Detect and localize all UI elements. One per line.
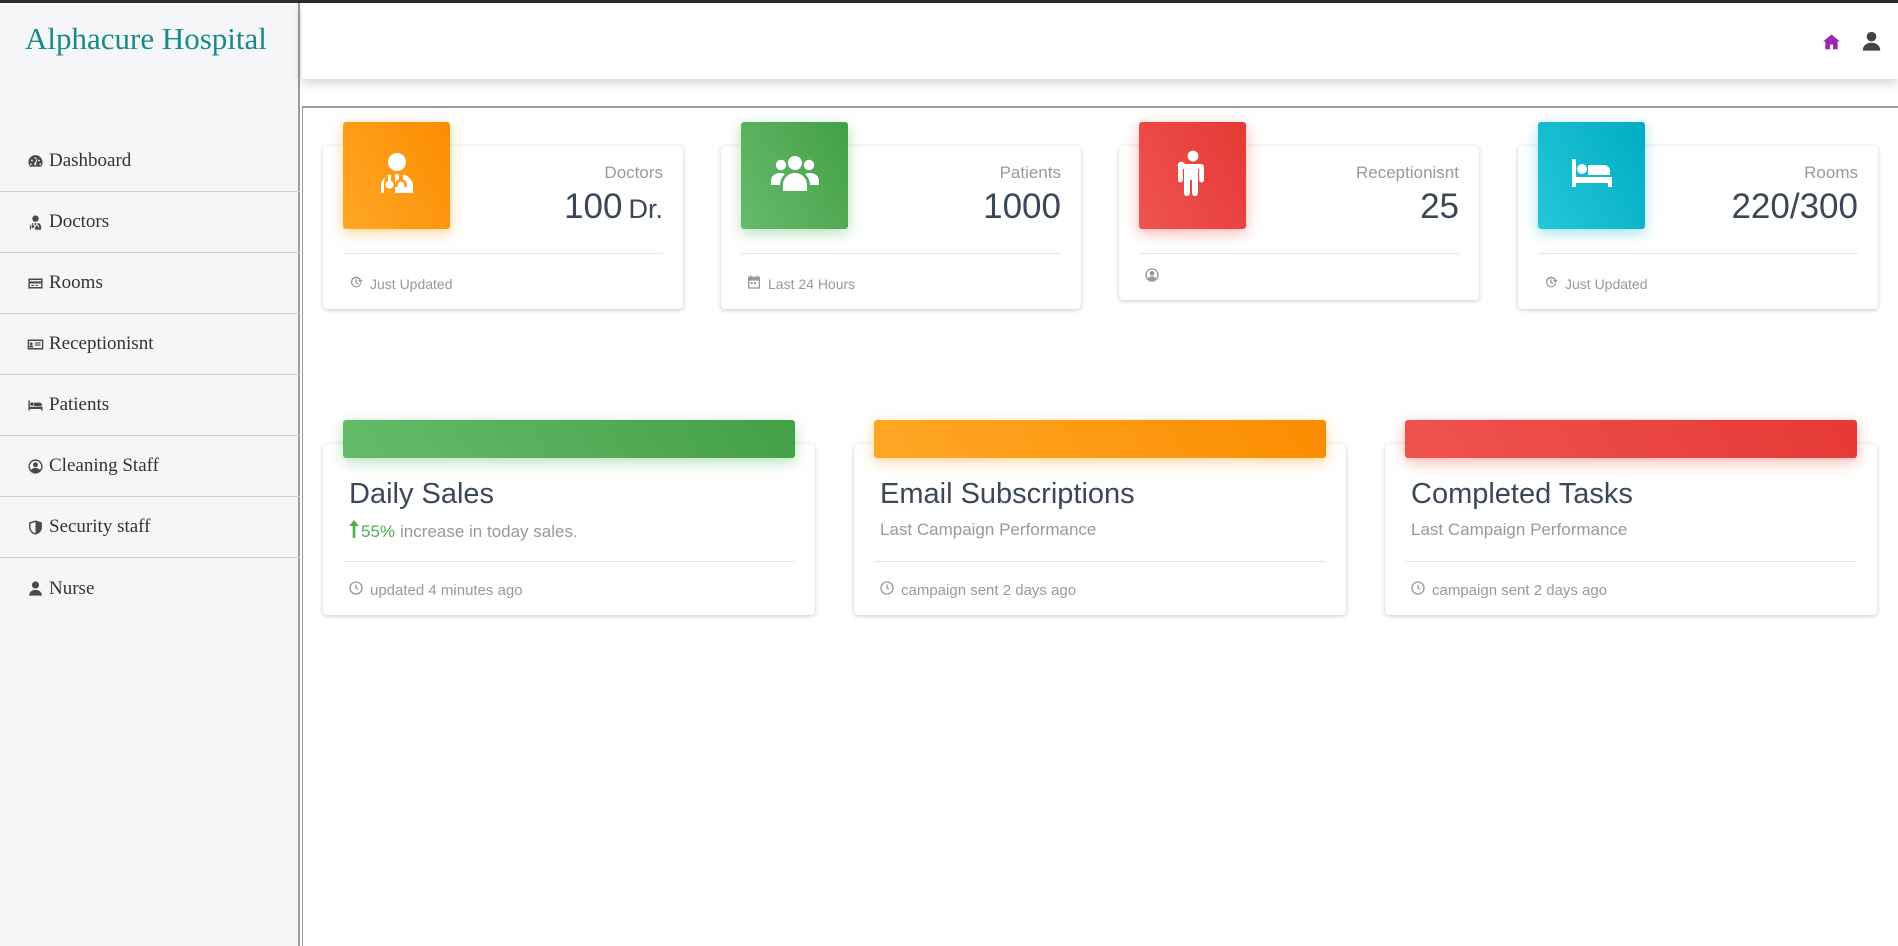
stat-icon-box xyxy=(343,122,450,229)
sidebar-item-label: Patients xyxy=(49,394,110,415)
chart-title: Email Subscriptions xyxy=(880,478,1135,510)
sidebar-item-nurse[interactable]: Nurse xyxy=(0,558,300,619)
stat-card-doctors[interactable]: Doctors 100 Dr. Just Updated xyxy=(323,122,683,309)
divider xyxy=(1538,253,1858,254)
stat-footer: Last 24 Hours xyxy=(746,274,855,293)
percent-increase: 55% xyxy=(349,520,395,543)
sidebar-item-cleaning-staff[interactable]: Cleaning Staff xyxy=(0,436,300,497)
refresh-icon xyxy=(1543,274,1559,293)
bed-icon xyxy=(1568,149,1616,202)
sidebar-item-patients[interactable]: Patients xyxy=(0,375,300,436)
sidebar-item-doctors[interactable]: Doctors xyxy=(0,192,300,253)
stat-footer xyxy=(1144,267,1166,286)
chart-card-daily-sales[interactable]: Daily Sales 55% increase in today sales.… xyxy=(323,420,815,615)
sidebar-item-label: Dashboard xyxy=(49,150,132,171)
user-icon xyxy=(25,579,45,599)
divider xyxy=(343,561,795,562)
sidebar-item-label: Nurse xyxy=(49,577,95,599)
stat-title: Rooms xyxy=(1804,163,1858,182)
clock-icon xyxy=(879,580,895,600)
divider xyxy=(343,253,663,254)
top-navbar xyxy=(302,3,1898,79)
user-circle-icon xyxy=(1144,267,1160,286)
stat-footer: Just Updated xyxy=(1543,274,1648,293)
sidebar-item-label: Doctors xyxy=(49,211,110,232)
stat-footer: Just Updated xyxy=(348,274,453,293)
sidebar-nav: Dashboard Doctors Rooms Receptionisnt Pa… xyxy=(0,131,300,619)
user-circle-icon xyxy=(25,456,45,476)
credit-card-icon xyxy=(25,273,45,293)
chart-subtitle: 55% increase in today sales. xyxy=(349,520,578,543)
stat-icon-box xyxy=(1139,122,1246,229)
sidebar-item-rooms[interactable]: Rooms xyxy=(0,253,300,314)
chart-card-email-subscriptions[interactable]: Email Subscriptions Last Campaign Perfor… xyxy=(854,420,1346,615)
sidebar-item-receptionisnt[interactable]: Receptionisnt xyxy=(0,314,300,375)
chart-footer: campaign sent 2 days ago xyxy=(1410,580,1607,600)
divider xyxy=(874,561,1326,562)
chart-subtitle: Last Campaign Performance xyxy=(1411,520,1628,539)
stat-value: 25 xyxy=(1420,187,1459,226)
male-icon xyxy=(1169,149,1217,202)
divider xyxy=(1405,561,1857,562)
chart-subtitle: Last Campaign Performance xyxy=(880,520,1097,539)
stat-title: Receptionisnt xyxy=(1355,163,1459,182)
users-icon xyxy=(770,149,819,202)
sidebar-item-label: Security staff xyxy=(49,516,151,537)
home-icon[interactable] xyxy=(1822,33,1841,50)
sidebar: Alphacure Hospital Dashboard Doctors Roo… xyxy=(0,3,300,946)
stat-card-rooms[interactable]: Rooms 220/300 Just Updated xyxy=(1518,122,1878,309)
tachometer-icon xyxy=(25,151,45,171)
divider xyxy=(1139,253,1459,254)
bed-icon xyxy=(25,395,45,415)
clock-icon xyxy=(1410,580,1426,600)
chart-footer: campaign sent 2 days ago xyxy=(879,580,1076,600)
stat-value: 100 Dr. xyxy=(564,187,663,226)
sidebar-item-dashboard[interactable]: Dashboard xyxy=(0,131,300,192)
id-card-icon xyxy=(25,334,45,354)
chart-header xyxy=(343,420,795,458)
user-icon[interactable] xyxy=(1861,30,1882,52)
chart-footer: updated 4 minutes ago xyxy=(348,580,523,600)
chart-title: Daily Sales xyxy=(349,478,495,510)
sidebar-item-label: Cleaning Staff xyxy=(49,455,159,476)
clock-icon xyxy=(348,580,364,600)
user-md-icon xyxy=(25,212,45,232)
sidebar-item-security-staff[interactable]: Security staff xyxy=(0,497,300,558)
shield-icon xyxy=(25,517,45,537)
stat-title: Patients xyxy=(999,163,1061,182)
sidebar-item-label: Rooms xyxy=(49,272,103,293)
stat-title: Doctors xyxy=(604,163,663,182)
sidebar-item-label: Receptionisnt xyxy=(49,333,154,354)
refresh-icon xyxy=(348,274,364,293)
stat-card-receptionisnt[interactable]: Receptionisnt 25 xyxy=(1119,122,1479,300)
chart-header xyxy=(1405,420,1857,458)
stat-unit: Dr. xyxy=(628,194,663,224)
divider xyxy=(741,253,1061,254)
chart-header xyxy=(874,420,1326,458)
calendar-icon xyxy=(746,274,762,293)
stat-value: 220/300 xyxy=(1731,187,1858,226)
stat-icon-box xyxy=(1538,122,1645,229)
stat-icon-box xyxy=(741,122,848,229)
arrow-up-icon xyxy=(349,520,361,543)
chart-title: Completed Tasks xyxy=(1411,478,1633,510)
chart-card-completed-tasks[interactable]: Completed Tasks Last Campaign Performanc… xyxy=(1385,420,1877,615)
stat-card-patients[interactable]: Patients 1000 Last 24 Hours xyxy=(721,122,1081,309)
user-md-icon xyxy=(373,149,421,202)
stat-value: 1000 xyxy=(983,187,1061,226)
brand-title[interactable]: Alphacure Hospital xyxy=(25,21,267,57)
